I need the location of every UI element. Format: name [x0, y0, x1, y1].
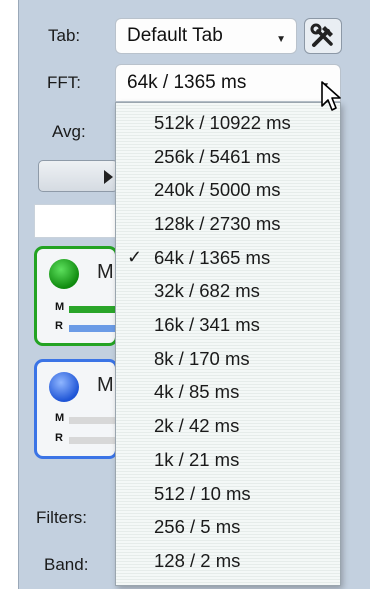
fft-select-value: 64k / 1365 ms: [127, 72, 247, 93]
meter-r-label: R: [55, 432, 63, 444]
text-field[interactable]: [34, 204, 118, 238]
fft-option[interactable]: 256k / 5461 ms: [116, 140, 340, 174]
fft-option[interactable]: 16k / 341 ms: [116, 308, 340, 342]
channel-led-icon[interactable]: [49, 259, 79, 289]
meter-r-label: R: [55, 320, 63, 332]
meter-r-bar: [69, 325, 117, 332]
fft-option-selected[interactable]: ✓ 64k / 1365 ms: [116, 241, 340, 275]
fft-option[interactable]: 128k / 2730 ms: [116, 207, 340, 241]
meter-m-label: M: [55, 412, 65, 424]
channel-card-1[interactable]: M M R: [34, 246, 118, 346]
fft-label: FFT:: [47, 73, 81, 92]
channel-name: M: [97, 261, 114, 283]
filters-label: Filters:: [36, 508, 87, 527]
avg-label: Avg:: [52, 122, 86, 141]
fft-option[interactable]: 512 / 10 ms: [116, 477, 340, 511]
fft-option[interactable]: 240k / 5000 ms: [116, 173, 340, 207]
tab-select-value: Default Tab: [127, 25, 223, 46]
tab-select[interactable]: Default Tab ▼: [115, 18, 297, 54]
fft-option[interactable]: 2k / 42 ms: [116, 409, 340, 443]
play-button[interactable]: [38, 160, 118, 192]
chevron-down-icon: ▼: [276, 34, 286, 45]
tools-button[interactable]: [304, 18, 342, 54]
fft-option[interactable]: 256 / 5 ms: [116, 510, 340, 544]
fft-option[interactable]: 8k / 170 ms: [116, 342, 340, 376]
fft-select[interactable]: 64k / 1365 ms ▼: [115, 64, 341, 102]
meter-r-bar: [69, 437, 117, 444]
fft-option[interactable]: 1k / 21 ms: [116, 443, 340, 477]
fft-dropdown-menu[interactable]: 512k / 10922 ms 256k / 5461 ms 240k / 50…: [115, 102, 341, 586]
channel-card-2[interactable]: M M R: [34, 359, 118, 459]
fft-option[interactable]: 4k / 85 ms: [116, 376, 340, 410]
fft-option[interactable]: 32k / 682 ms: [116, 275, 340, 309]
play-icon: [104, 170, 113, 184]
channel-led-icon[interactable]: [49, 372, 79, 402]
band-label: Band:: [44, 555, 89, 574]
meter-m-bar: [69, 306, 117, 313]
meter-m-bar: [69, 417, 117, 424]
mouse-pointer-icon: [321, 81, 341, 111]
meter-m-label: M: [55, 301, 65, 313]
hammer-wrench-icon: [310, 23, 333, 47]
checkmark-icon: ✓: [127, 247, 143, 268]
channel-name: M: [97, 374, 114, 396]
tab-label: Tab:: [48, 26, 81, 45]
fft-option[interactable]: 128 / 2 ms: [116, 544, 340, 578]
fft-option[interactable]: 512k / 10922 ms: [116, 106, 340, 140]
